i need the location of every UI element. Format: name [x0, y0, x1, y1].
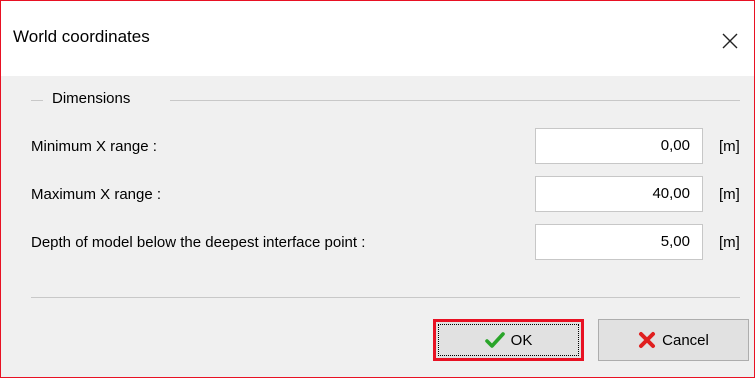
dialog-window: World coordinates Dimensions Minimum X r…: [0, 0, 755, 378]
title-bar[interactable]: World coordinates: [1, 1, 754, 76]
close-button[interactable]: [710, 21, 750, 61]
close-icon: [722, 33, 738, 49]
cancel-button[interactable]: Cancel: [598, 319, 749, 361]
model-depth-input[interactable]: 5,00: [535, 224, 703, 260]
cancel-label: Cancel: [662, 331, 709, 349]
minimum-x-range-unit: [m]: [719, 138, 740, 155]
button-separator: [31, 297, 740, 298]
maximum-x-range-unit: [m]: [719, 186, 740, 203]
window-title: World coordinates: [13, 27, 150, 46]
maximum-x-range-input[interactable]: 40,00: [535, 176, 703, 212]
model-depth-label: Depth of model below the deepest interfa…: [31, 234, 366, 251]
dimensions-group-label: Dimensions: [52, 90, 131, 107]
ok-focus-ring: [438, 324, 579, 356]
ok-button[interactable]: OK: [433, 319, 584, 361]
group-line-left: [31, 100, 43, 101]
maximum-x-range-label: Maximum X range :: [31, 186, 162, 203]
minimum-x-range-label: Minimum X range :: [31, 138, 157, 155]
group-line-right: [170, 100, 740, 101]
x-icon: [638, 331, 656, 349]
model-depth-unit: [m]: [719, 234, 740, 251]
minimum-x-range-input[interactable]: 0,00: [535, 128, 703, 164]
